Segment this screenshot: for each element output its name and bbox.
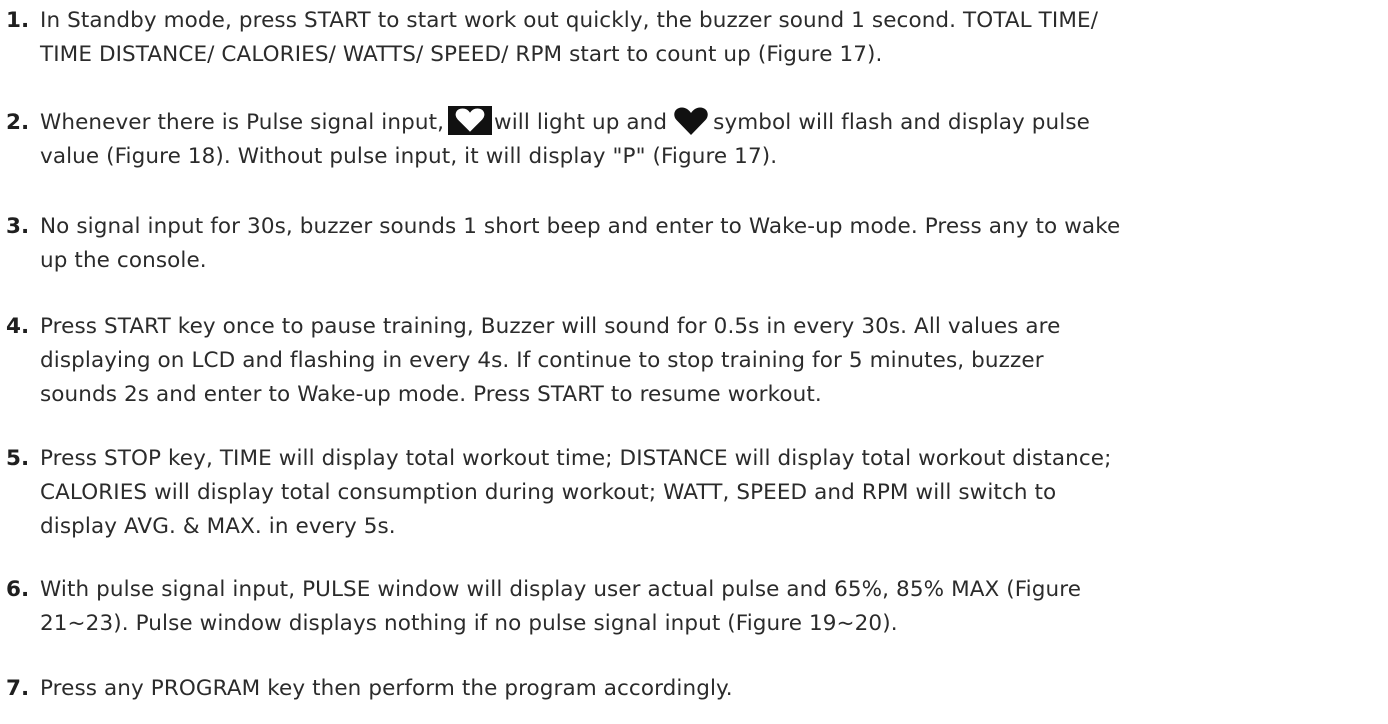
- item-line: TIME DISTANCE/ CALORIES/ WATTS/ SPEED/ R…: [40, 42, 883, 67]
- item-text: With pulse signal input, PULSE window wi…: [6, 573, 1376, 641]
- item-text: Press any PROGRAM key then perform the p…: [6, 672, 1376, 706]
- item-line: up the console.: [40, 248, 207, 273]
- item-text: Press STOP key, TIME will display total …: [6, 442, 1376, 544]
- item-number: 4.: [6, 314, 30, 339]
- heart-solid-icon: [674, 107, 708, 135]
- item-line-segment: Whenever there is Pulse signal input,: [40, 110, 445, 135]
- item-line: display AVG. & MAX. in every 5s.: [40, 514, 396, 539]
- item-number: 5.: [6, 446, 30, 471]
- item-text: No signal input for 30s, buzzer sounds 1…: [6, 210, 1376, 278]
- item-number: 3.: [6, 214, 30, 239]
- item-line: sounds 2s and enter to Wake-up mode. Pre…: [40, 382, 822, 407]
- item-line: displaying on LCD and flashing in every …: [40, 348, 1044, 373]
- item-line: Press STOP key, TIME will display total …: [40, 446, 1112, 471]
- item-number: 1.: [6, 8, 30, 33]
- list-item-4: 4. Press START key once to pause trainin…: [6, 310, 1376, 412]
- item-text: Whenever there is Pulse signal input, wil…: [6, 106, 1376, 174]
- item-line: In Standby mode, press START to start wo…: [40, 8, 1099, 33]
- item-line: Press any PROGRAM key then perform the p…: [40, 676, 733, 701]
- item-text: Press START key once to pause training, …: [6, 310, 1376, 412]
- item-line-segment: symbol will flash and display pulse: [713, 110, 1090, 135]
- item-line-segment: will light up and: [494, 110, 668, 135]
- item-line: value (Figure 18). Without pulse input, …: [40, 144, 778, 169]
- list-item-2: 2. Whenever there is Pulse signal input,…: [6, 106, 1376, 174]
- heart-outline-box-icon: [448, 106, 493, 135]
- item-line: Press START key once to pause training, …: [40, 314, 1061, 339]
- item-text: In Standby mode, press START to start wo…: [6, 4, 1376, 72]
- instruction-list: 1. In Standby mode, press START to start…: [0, 0, 1388, 724]
- item-number: 2.: [6, 110, 30, 135]
- list-item-1: 1. In Standby mode, press START to start…: [6, 4, 1376, 72]
- item-line: 21~23). Pulse window displays nothing if…: [40, 611, 898, 636]
- item-number: 6.: [6, 577, 30, 602]
- item-line: CALORIES will display total consumption …: [40, 480, 1057, 505]
- item-line: With pulse signal input, PULSE window wi…: [40, 577, 1082, 602]
- list-item-7: 7. Press any PROGRAM key then perform th…: [6, 672, 1376, 706]
- list-item-5: 5. Press STOP key, TIME will display tot…: [6, 442, 1376, 544]
- list-item-3: 3. No signal input for 30s, buzzer sound…: [6, 210, 1376, 278]
- item-line: Whenever there is Pulse signal input, wil…: [40, 106, 1376, 140]
- item-number: 7.: [6, 676, 30, 701]
- list-item-6: 6. With pulse signal input, PULSE window…: [6, 573, 1376, 641]
- item-line: No signal input for 30s, buzzer sounds 1…: [40, 214, 1121, 239]
